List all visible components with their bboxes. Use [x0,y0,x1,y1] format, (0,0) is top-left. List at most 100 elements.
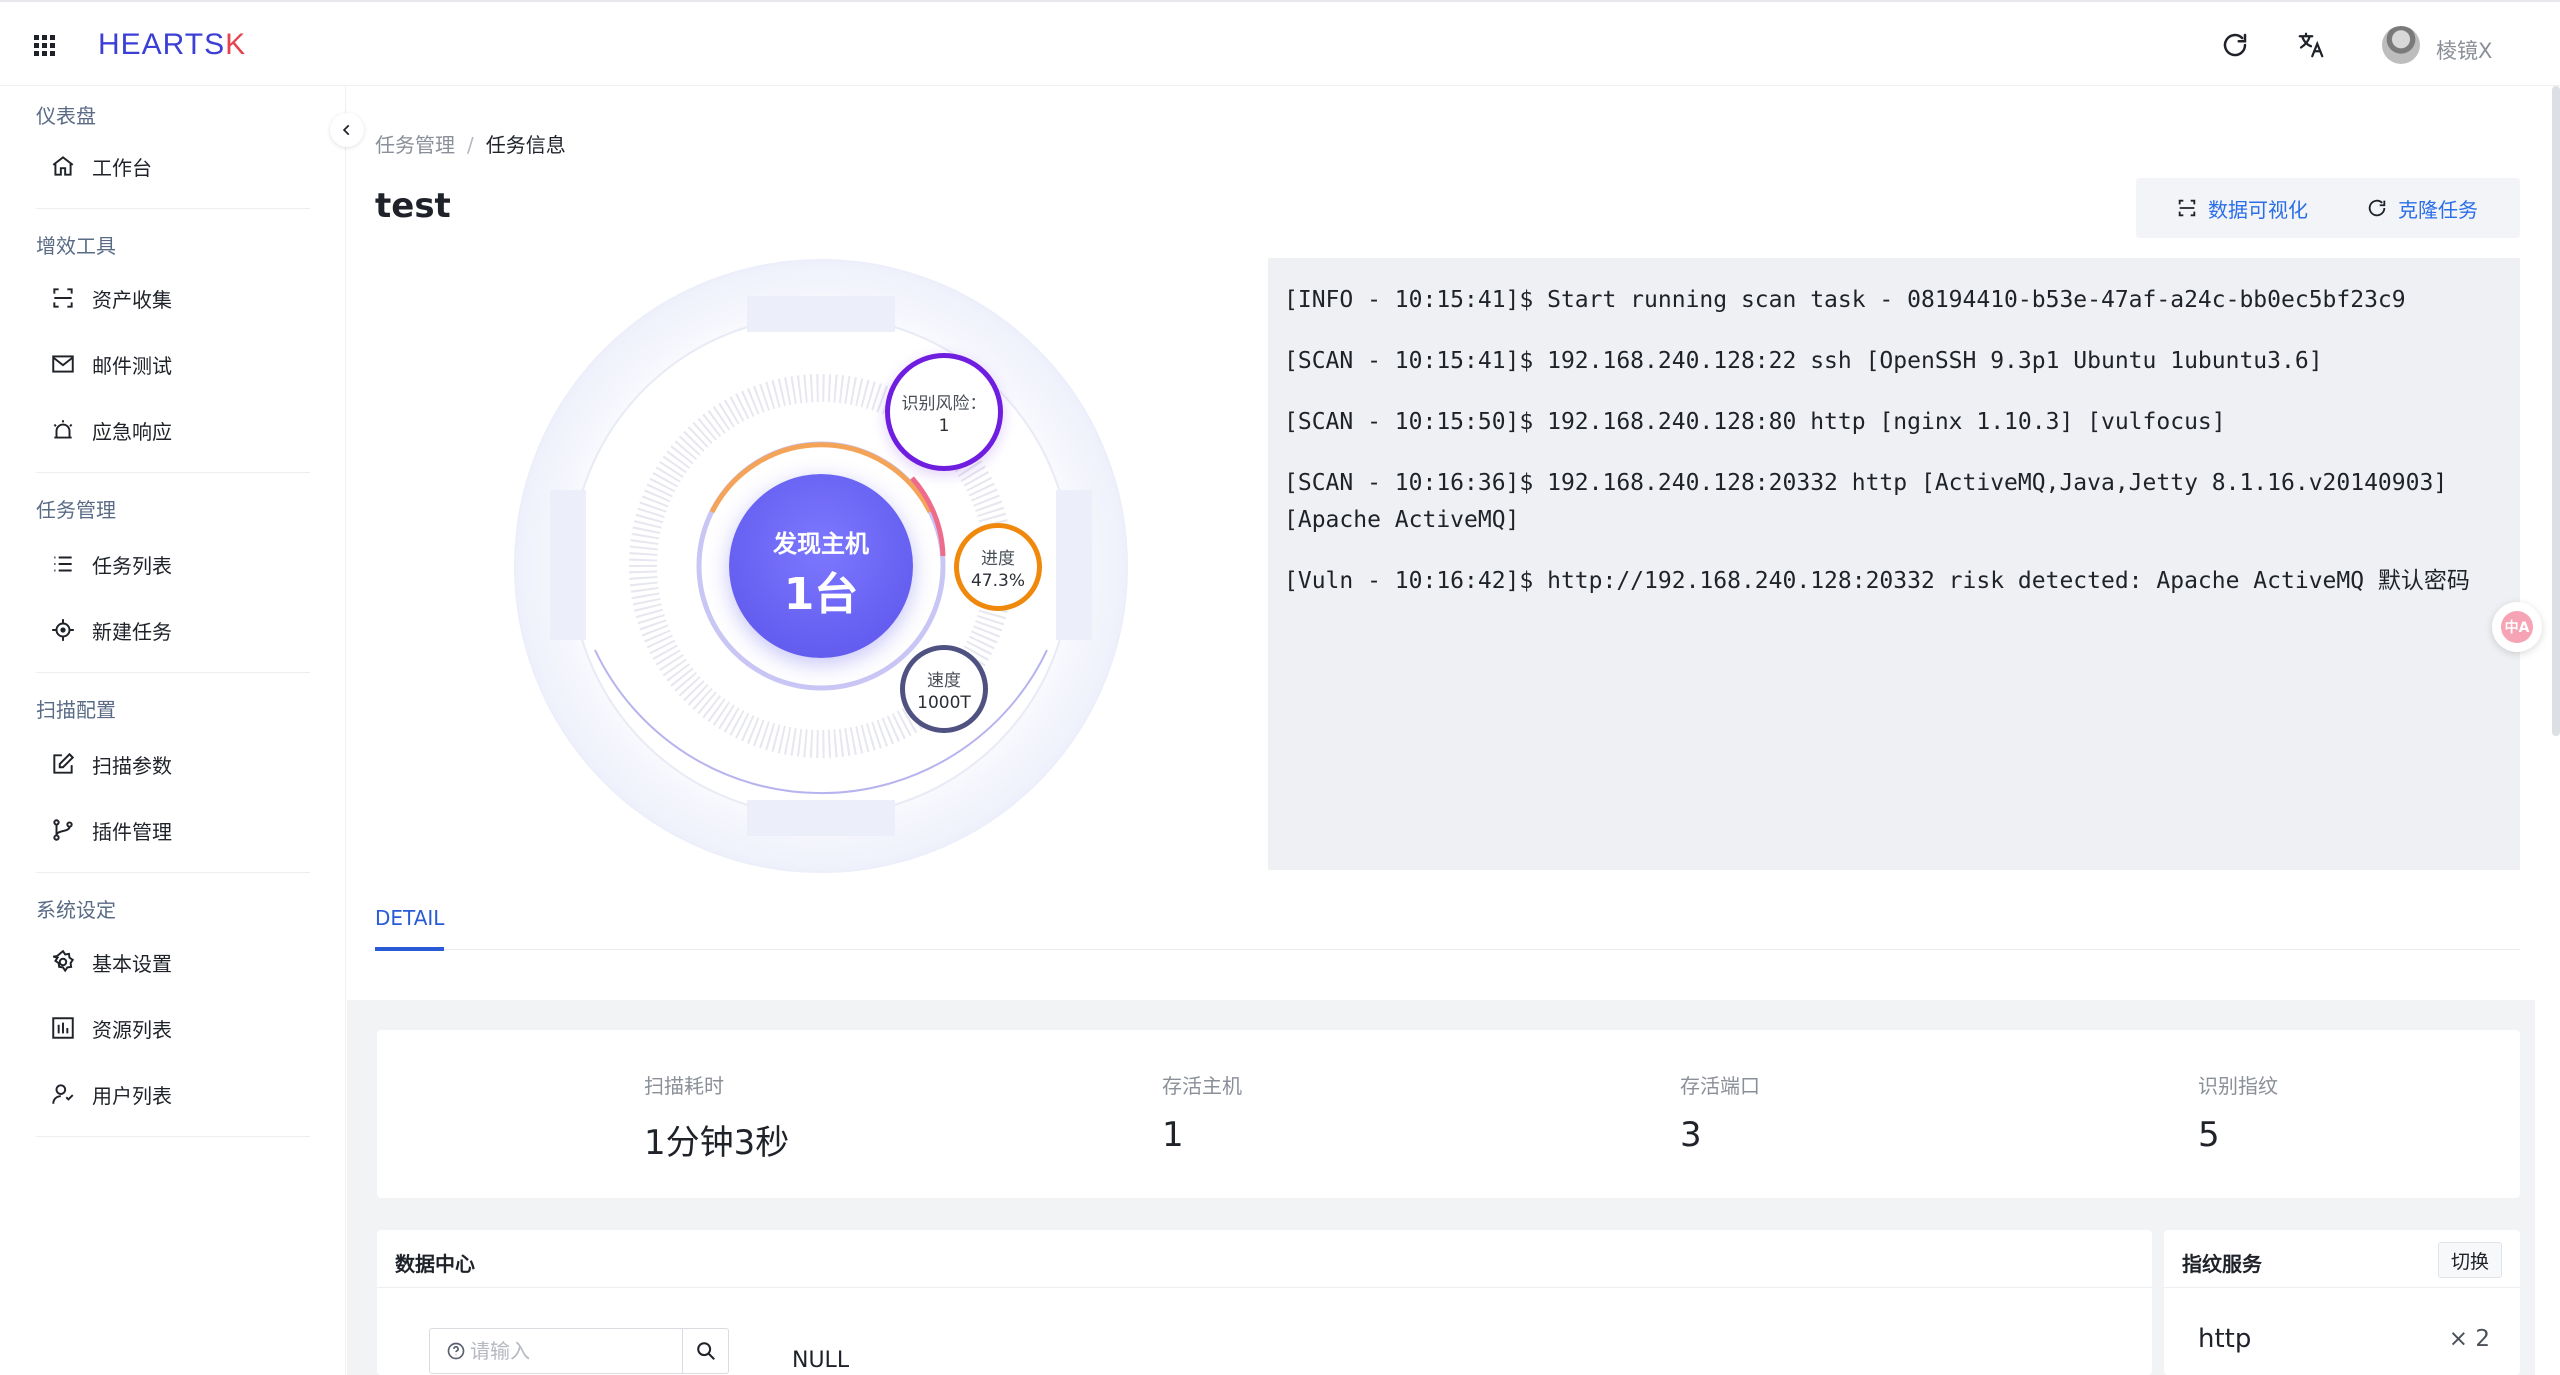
stat-fingerprints: 识别指纹 5 [2198,1070,2278,1155]
panel-header: 数据中心 [377,1230,2152,1288]
data-center-panel: 数据中心 NULL [377,1230,2152,1375]
sidebar-item-workbench[interactable]: 工作台 [36,142,310,190]
edit-icon [48,749,78,779]
sidebar-item-label: 扫描参数 [92,753,172,778]
panel-title: 指纹服务 [2182,1252,2262,1276]
clone-task-label: 克隆任务 [2398,197,2478,222]
stat-alive-hosts: 存活主机 1 [1162,1070,1242,1155]
risk-label: 识别风险： [901,393,987,414]
progress-value: 47.3% [970,570,1025,591]
sidebar-item-label: 新建任务 [92,619,172,644]
page-scrollbar[interactable] [2552,86,2560,736]
risk-bubble: 识别风险： 1 [885,353,1003,471]
search-icon [696,1342,715,1360]
gear-icon [48,947,78,977]
sidebar-item-label: 应急响应 [92,419,172,444]
search-input[interactable] [466,1329,682,1373]
branch-icon [48,815,78,845]
scan-log: [INFO - 10:15:41]$ Start running scan ta… [1268,258,2520,870]
sidebar-group-task: 任务管理 [36,498,116,522]
sidebar-item-task-list[interactable]: 任务列表 [36,540,310,588]
switch-button[interactable]: 切换 [2437,1242,2502,1278]
breadcrumb-sep: / [467,133,474,157]
panel-header: 指纹服务 切换 [2164,1230,2520,1288]
divider [36,672,310,673]
stat-value: 5 [2198,1115,2220,1155]
stat-scan-duration: 扫描耗时 1分钟3秒 [644,1070,789,1164]
sidebar-item-user-list[interactable]: 用户列表 [36,1070,310,1118]
sidebar: 仪表盘 工作台 增效工具 资产收集 邮件测试 应急响应 任务管理 任务列表 新建… [0,86,346,1375]
breadcrumb-parent[interactable]: 任务管理 [375,133,455,157]
speed-value: 1000T [917,692,971,713]
sidebar-item-label: 资源列表 [92,1017,172,1042]
fingerprint-count: × 2 [2448,1326,2490,1352]
divider [36,472,310,473]
translate-icon[interactable] [2296,30,2326,60]
log-line: [INFO - 10:15:41]$ Start running scan ta… [1284,287,2406,313]
apps-grid-icon[interactable] [34,35,56,57]
tab-label: DETAIL [375,906,445,930]
clone-task-button[interactable]: 克隆任务 [2366,192,2478,224]
sidebar-item-label: 用户列表 [92,1083,172,1108]
mail-icon [48,349,78,379]
speed-label: 速度 [927,670,961,691]
search-button[interactable] [682,1329,728,1373]
refresh-icon[interactable] [2220,30,2250,60]
sidebar-item-basic-settings[interactable]: 基本设置 [36,938,310,986]
fingerprint-panel: 指纹服务 切换 http × 2 [2164,1230,2520,1375]
discovered-hosts-circle: 发现主机 1台 [729,474,913,658]
stat-alive-ports: 存活端口 3 [1680,1070,1760,1155]
refresh-icon [2368,199,2386,217]
sidebar-item-mail-test[interactable]: 邮件测试 [36,340,310,388]
users-icon [48,1079,78,1109]
fingerprint-item: http [2198,1324,2252,1354]
alarm-icon [48,415,78,445]
divider [36,872,310,873]
sidebar-item-label: 工作台 [92,155,152,180]
empty-text: NULL [792,1348,850,1373]
sidebar-item-emergency[interactable]: 应急响应 [36,406,310,454]
scan-icon [2178,199,2196,217]
stat-value: 1分钟3秒 [644,1123,790,1163]
stat-label: 存活端口 [1680,1074,1760,1098]
sidebar-item-asset-collect[interactable]: 资产收集 [36,274,310,322]
sidebar-item-scan-params[interactable]: 扫描参数 [36,740,310,788]
resource-icon [48,1013,78,1043]
speed-bubble: 速度 1000T [900,645,988,733]
panel-title: 数据中心 [395,1252,475,1276]
stat-label: 存活主机 [1162,1074,1242,1098]
risk-value: 1 [938,415,950,436]
home-icon [48,151,78,181]
divider [36,1136,310,1137]
sidebar-group-scan-config: 扫描配置 [36,698,116,722]
sidebar-collapse-button[interactable] [330,113,364,147]
tab-detail[interactable]: DETAIL [375,898,445,951]
stat-label: 扫描耗时 [644,1074,724,1098]
sidebar-item-label: 资产收集 [92,287,172,312]
sidebar-item-resource-list[interactable]: 资源列表 [36,1004,310,1052]
translate-float-button[interactable]: 中A [2492,602,2542,652]
sidebar-item-plugin-manage[interactable]: 插件管理 [36,806,310,854]
top-bar: HEARTSK 棱镜X [0,0,2560,86]
divider [36,208,310,209]
stat-value: 1 [1162,1115,1184,1155]
avatar[interactable] [2382,26,2420,64]
username[interactable]: 棱镜X [2436,35,2492,65]
breadcrumb-current: 任务信息 [485,133,566,157]
sidebar-item-label: 基本设置 [92,951,172,976]
tab-ink [375,947,445,951]
visualize-button[interactable]: 数据可视化 [2176,192,2308,224]
action-bar: 数据可视化 克隆任务 [2136,178,2520,238]
stat-value: 3 [1680,1115,1702,1155]
target-icon [48,615,78,645]
log-line: [SCAN - 10:16:36]$ 192.168.240.128:20332… [1284,470,2462,533]
list-icon [48,549,78,579]
visualize-label: 数据可视化 [2208,197,2308,222]
translate-badge-icon: 中A [2501,611,2533,643]
scan-icon [48,283,78,313]
sidebar-group-system: 系统设定 [36,898,116,922]
log-line: [SCAN - 10:15:41]$ 192.168.240.128:22 ss… [1284,348,2323,374]
sidebar-item-label: 插件管理 [92,819,172,844]
app-logo[interactable]: HEARTSK [98,28,246,62]
sidebar-item-new-task[interactable]: 新建任务 [36,606,310,654]
